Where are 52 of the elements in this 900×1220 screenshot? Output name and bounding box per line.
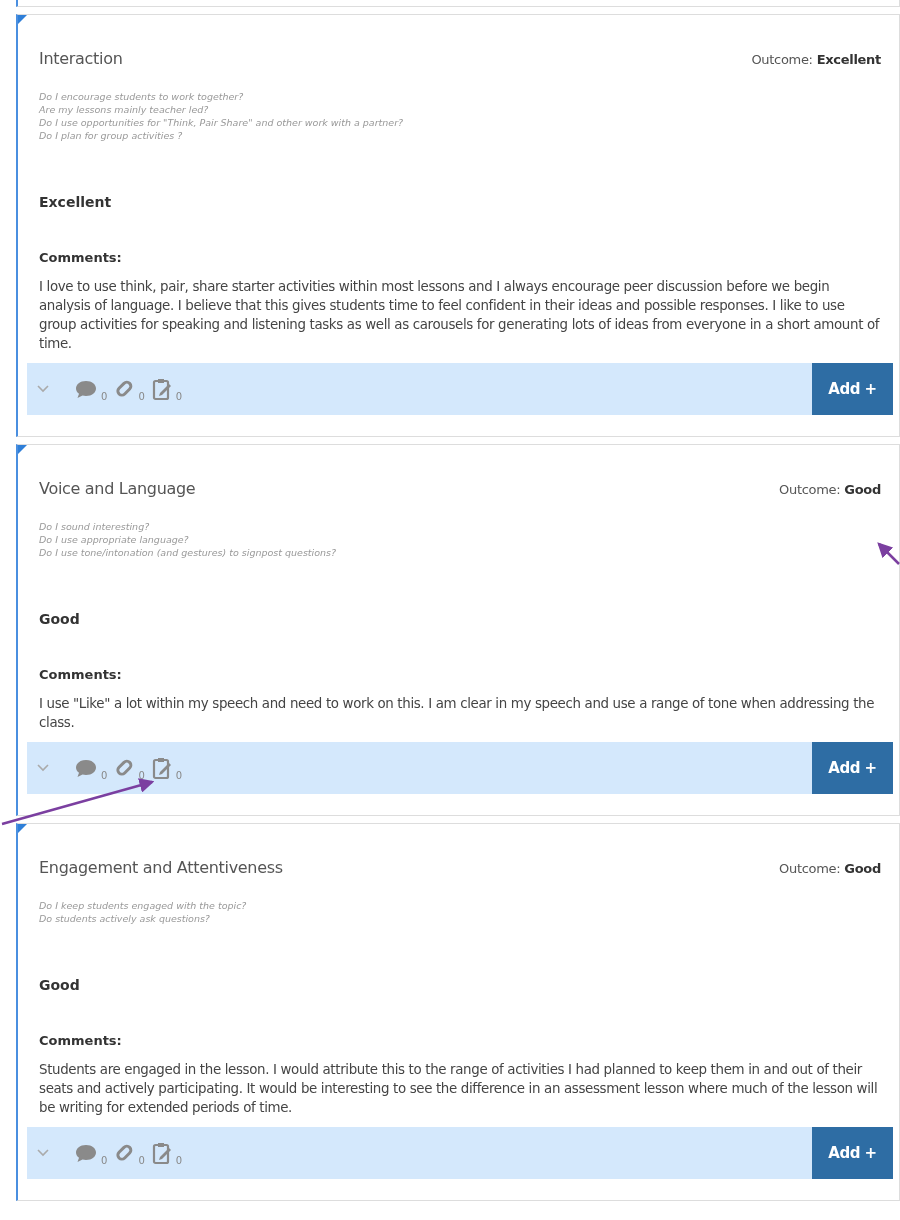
outcome-label: Outcome: Good (779, 861, 881, 876)
corner-marker-icon (18, 824, 27, 833)
speech-bubble-icon[interactable] (75, 758, 97, 778)
outcome-label: Outcome: Excellent (751, 52, 881, 67)
comment-count: 0 (101, 390, 108, 402)
guiding-question: Do I use appropriate language? (39, 533, 190, 546)
add-button[interactable]: Add + (812, 363, 893, 415)
rating-value: Excellent (39, 194, 113, 210)
rating-value: Good (39, 977, 81, 993)
rating-value: Good (39, 611, 81, 627)
comment-text: I love to use think, pair, share starter activities within most lessons and I always encourage peer discussion before we begin analysis of language. I believe that this gives students time to feel confident in their ideas and possible responses. I like to use group activities for speaking and listening tasks as well as carousels for generating lots of ideas from everyone in a short amount of time. (39, 278, 881, 353)
add-button[interactable]: Add + (812, 742, 893, 794)
attachment-count: 0 (138, 1154, 145, 1166)
clipboard-edit-icon[interactable] (151, 756, 172, 780)
outcome-label: Outcome: Good (779, 482, 881, 497)
annotation-arrow (877, 542, 900, 565)
section-title: Voice and Language (39, 479, 196, 498)
speech-bubble-icon[interactable] (75, 379, 97, 399)
comments-label: Comments: (39, 667, 123, 682)
chevron-down-icon[interactable] (37, 764, 49, 772)
comment-text: Students are engaged in the lesson. I would attribute this to the range of activities I had planned to keep them in and out of their seats and actively participating. It would be interesting to see the difference in an assessment lesson where much of the lesson will be writing for extended periods of time. (39, 1061, 879, 1117)
guiding-question: Do I keep students engaged with the topic? (39, 899, 248, 912)
attachment-count: 0 (138, 390, 145, 402)
paperclip-icon[interactable] (114, 379, 135, 399)
corner-marker-icon (18, 15, 27, 24)
comment-count: 0 (101, 1154, 108, 1166)
comment-text: I use "Like" a lot within my speech and need to work on this. I am clear in my speech and use a range of tone when addressing the class. (39, 695, 876, 732)
guiding-question: Do students actively ask questions? (39, 912, 211, 925)
corner-marker-icon (18, 445, 27, 454)
attachment-count: 0 (138, 769, 145, 781)
chevron-down-icon[interactable] (37, 385, 49, 393)
note-count: 0 (175, 769, 183, 781)
comment-count: 0 (101, 769, 108, 781)
section-title: Interaction (39, 49, 123, 68)
clipboard-edit-icon[interactable] (151, 377, 172, 401)
paperclip-icon[interactable] (114, 758, 135, 778)
guiding-question: Do I encourage students to work together? (39, 90, 245, 103)
guiding-question: Do I plan for group activities ? (39, 129, 184, 142)
clipboard-edit-icon[interactable] (151, 1141, 172, 1165)
guiding-question: Do I sound interesting? (39, 520, 151, 533)
chevron-down-icon[interactable] (37, 1149, 49, 1157)
guiding-question: Do I use opportunities for "Think, Pair Share" and other work with a partner? (39, 116, 405, 129)
guiding-question: Do I use tone/intonation (and gestures) to signpost questions? (39, 546, 338, 559)
paperclip-icon[interactable] (114, 1143, 135, 1163)
note-count: 0 (175, 1154, 183, 1166)
section-title: Engagement and Attentiveness (39, 858, 283, 877)
speech-bubble-icon[interactable] (75, 1143, 97, 1163)
add-button[interactable]: Add + (812, 1127, 893, 1179)
comments-label: Comments: (39, 250, 123, 265)
guiding-question: Are my lessons mainly teacher led? (39, 103, 210, 116)
note-count: 0 (175, 390, 183, 402)
comments-label: Comments: (39, 1033, 123, 1048)
